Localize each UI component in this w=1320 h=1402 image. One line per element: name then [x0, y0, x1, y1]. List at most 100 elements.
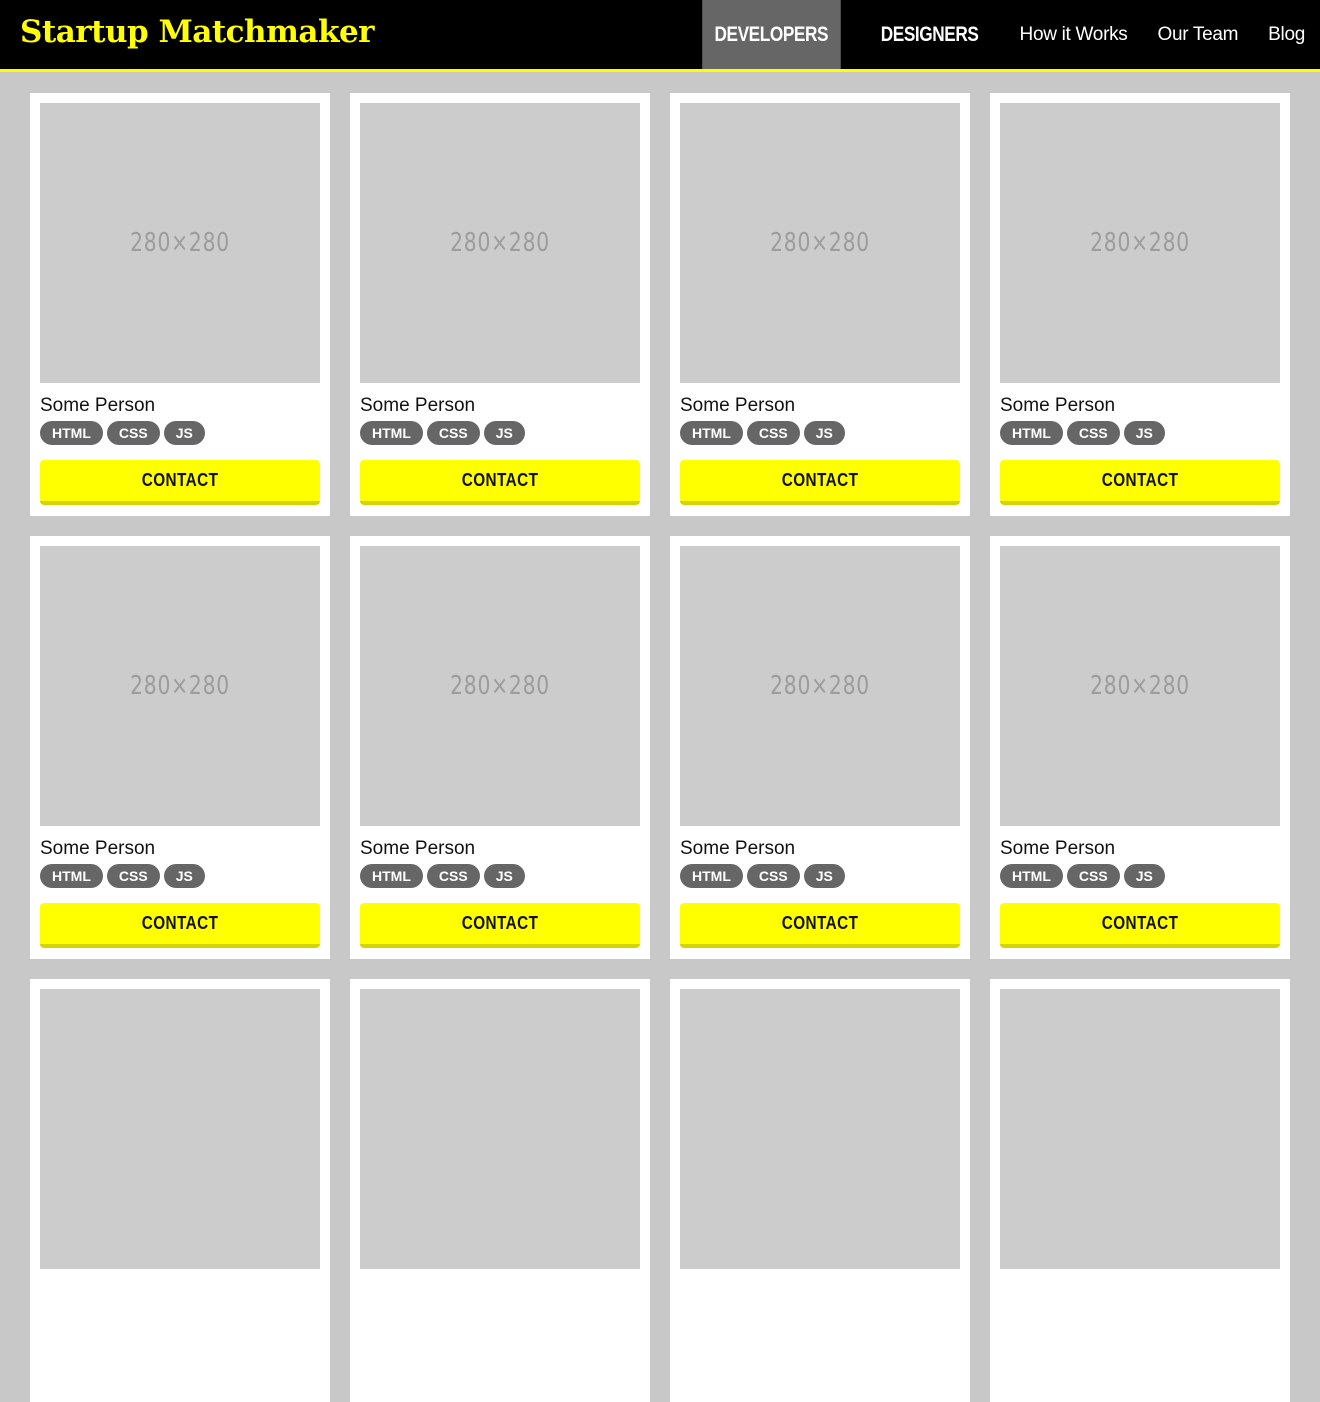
skill-tag: JS	[483, 421, 525, 445]
contact-button[interactable]: CONTACT	[680, 903, 960, 948]
profile-photo-placeholder: 280×280	[360, 103, 640, 383]
person-name: Some Person	[360, 395, 476, 416]
person-name: Some Person	[680, 838, 796, 859]
profile-card	[30, 979, 330, 1402]
nav-item-how-it-works[interactable]: How it Works	[1005, 0, 1143, 69]
top-navbar: Startup Matchmaker DEVELOPERS DESIGNERS Ho…	[0, 0, 1320, 72]
nav-item-label: Our Team	[1157, 23, 1239, 45]
profile-card	[670, 979, 970, 1402]
skill-tag: HTML	[1000, 864, 1063, 888]
profile-card: 280×280 Some Person HTML CSS JS CONTACT	[670, 93, 970, 516]
profile-card: 280×280 Some Person HTML CSS JS CONTACT	[990, 93, 1290, 516]
photo-dimensions-label: 280×280	[1090, 228, 1190, 258]
skill-tag: CSS	[1066, 864, 1120, 888]
skill-tag: HTML	[1000, 421, 1063, 445]
nav-item-blog[interactable]: Blog	[1253, 0, 1320, 69]
profile-photo-placeholder	[1000, 989, 1280, 1269]
profile-card: 280×280 Some Person HTML CSS JS CONTACT	[990, 536, 1290, 959]
contact-button[interactable]: CONTACT	[1000, 460, 1280, 505]
contact-button[interactable]: CONTACT	[40, 903, 320, 948]
person-name: Some Person	[680, 395, 796, 416]
skill-tags: HTML CSS JS	[1000, 864, 1280, 888]
contact-button-label: CONTACT	[461, 470, 539, 490]
skill-tag: HTML	[680, 864, 743, 888]
skill-tag: JS	[1123, 421, 1165, 445]
skill-tag: JS	[163, 864, 205, 888]
contact-button-label: CONTACT	[781, 470, 859, 490]
photo-dimensions-label: 280×280	[450, 671, 550, 701]
photo-dimensions-label: 280×280	[130, 228, 230, 258]
contact-button[interactable]: CONTACT	[1000, 903, 1280, 948]
skill-tags: HTML CSS JS	[680, 864, 960, 888]
photo-dimensions-label: 280×280	[1090, 671, 1190, 701]
profile-photo-placeholder: 280×280	[680, 546, 960, 826]
profile-photo-placeholder: 280×280	[1000, 103, 1280, 383]
contact-button-label: CONTACT	[141, 913, 219, 933]
profile-card	[990, 979, 1290, 1402]
nav-item-label: How it Works	[1019, 23, 1128, 45]
skill-tag: JS	[163, 421, 205, 445]
skill-tag: JS	[803, 864, 845, 888]
nav-item-label: Blog	[1268, 23, 1305, 45]
skill-tags: HTML CSS JS	[40, 864, 320, 888]
profile-photo-placeholder: 280×280	[40, 103, 320, 383]
skill-tag: CSS	[106, 864, 160, 888]
skill-tag: CSS	[106, 421, 160, 445]
skill-tags: HTML CSS JS	[1000, 421, 1280, 445]
profile-photo-placeholder: 280×280	[1000, 546, 1280, 826]
contact-button-label: CONTACT	[141, 470, 219, 490]
photo-dimensions-label: 280×280	[770, 671, 870, 701]
skill-tag: JS	[483, 864, 525, 888]
profile-photo-placeholder	[680, 989, 960, 1269]
skill-tag: CSS	[1066, 421, 1120, 445]
person-name: Some Person	[1000, 395, 1116, 416]
skill-tags: HTML CSS JS	[40, 421, 320, 445]
profile-card: 280×280 Some Person HTML CSS JS CONTACT	[670, 536, 970, 959]
profile-photo-placeholder: 280×280	[360, 546, 640, 826]
nav-item-label: DEVELOPERS	[714, 22, 828, 46]
photo-dimensions-label: 280×280	[130, 671, 230, 701]
skill-tags: HTML CSS JS	[680, 421, 960, 445]
skill-tag: CSS	[426, 421, 480, 445]
person-name: Some Person	[360, 838, 476, 859]
nav-item-developers[interactable]: DEVELOPERS	[701, 0, 841, 69]
nav-item-label: DESIGNERS	[881, 22, 979, 46]
contact-button[interactable]: CONTACT	[680, 460, 960, 505]
skill-tag: JS	[1123, 864, 1165, 888]
profile-card: 280×280 Some Person HTML CSS JS CONTACT	[30, 93, 330, 516]
skill-tags: HTML CSS JS	[360, 421, 640, 445]
skill-tag: HTML	[40, 864, 103, 888]
profile-photo-placeholder	[40, 989, 320, 1269]
skill-tag: CSS	[426, 864, 480, 888]
contact-button[interactable]: CONTACT	[360, 460, 640, 505]
profile-card: 280×280 Some Person HTML CSS JS CONTACT	[350, 93, 650, 516]
skill-tag: HTML	[680, 421, 743, 445]
person-name: Some Person	[40, 838, 156, 859]
person-name: Some Person	[1000, 838, 1116, 859]
skill-tag: HTML	[360, 864, 423, 888]
contact-button-label: CONTACT	[1101, 470, 1179, 490]
contact-button[interactable]: CONTACT	[360, 903, 640, 948]
profile-card	[350, 979, 650, 1402]
contact-button-label: CONTACT	[1101, 913, 1179, 933]
contact-button-label: CONTACT	[461, 913, 539, 933]
profile-photo-placeholder: 280×280	[40, 546, 320, 826]
profile-photo-placeholder	[360, 989, 640, 1269]
skill-tag: CSS	[746, 864, 800, 888]
person-name: Some Person	[40, 395, 156, 416]
profile-card: 280×280 Some Person HTML CSS JS CONTACT	[30, 536, 330, 959]
skill-tag: CSS	[746, 421, 800, 445]
nav-item-our-team[interactable]: Our Team	[1143, 0, 1254, 69]
nav-item-designers[interactable]: DESIGNERS	[869, 0, 991, 69]
profile-photo-placeholder: 280×280	[680, 103, 960, 383]
skill-tag: JS	[803, 421, 845, 445]
contact-button-label: CONTACT	[781, 913, 859, 933]
skill-tags: HTML CSS JS	[360, 864, 640, 888]
skill-tag: HTML	[360, 421, 423, 445]
contact-button[interactable]: CONTACT	[40, 460, 320, 505]
brand-logo[interactable]: Startup Matchmaker	[20, 14, 375, 50]
skill-tag: HTML	[40, 421, 103, 445]
photo-dimensions-label: 280×280	[450, 228, 550, 258]
photo-dimensions-label: 280×280	[770, 228, 870, 258]
main-nav: DEVELOPERS DESIGNERS How it Works Our Team B…	[687, 0, 1320, 69]
